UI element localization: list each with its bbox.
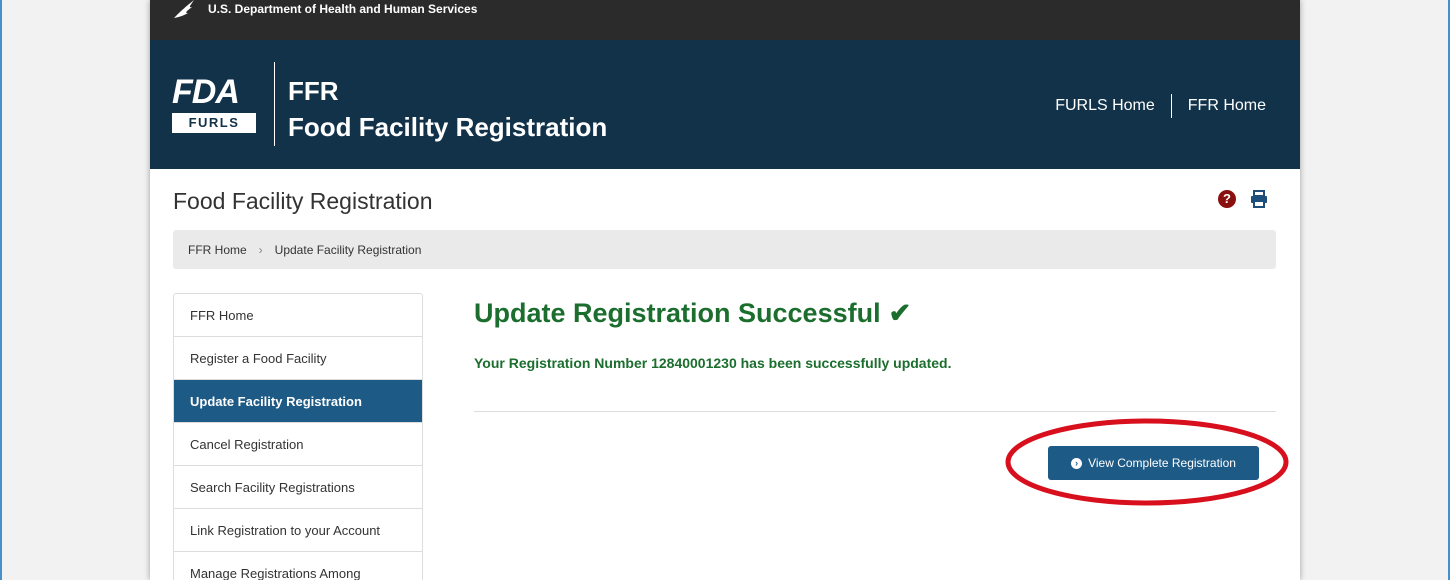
question-circle-icon[interactable]: ?: [1218, 190, 1236, 208]
breadcrumb-current: Update Facility Registration: [274, 242, 422, 257]
sidebar-nav: FFR Home Register a Food Facility Update…: [173, 293, 423, 580]
header-links: FURLS Home FFR Home: [1055, 94, 1266, 118]
breadcrumb: FFR Home › Update Facility Registration: [173, 230, 1276, 269]
success-heading: Update Registration Successful ✔: [474, 298, 1276, 329]
sidebar-item-search-registrations[interactable]: Search Facility Registrations: [174, 466, 422, 509]
sidebar-item-update-registration[interactable]: Update Facility Registration: [174, 380, 422, 423]
main-content: Update Registration Successful ✔ Your Reg…: [474, 293, 1276, 412]
fda-logo-text: FDA: [172, 73, 240, 111]
app-abbreviation: FFR: [288, 76, 339, 106]
sidebar-item-register-facility[interactable]: Register a Food Facility: [174, 337, 422, 380]
hhs-eagle-icon: [174, 0, 194, 18]
printer-icon[interactable]: [1250, 190, 1268, 208]
ffr-home-link[interactable]: FFR Home: [1188, 97, 1266, 115]
sidebar-item-cancel-registration[interactable]: Cancel Registration: [174, 423, 422, 466]
chevron-circle-right-icon: ›: [1071, 457, 1083, 469]
divider: [474, 411, 1276, 412]
sidebar-item-manage-registrations[interactable]: Manage Registrations Among: [174, 552, 422, 580]
check-icon: ✔: [888, 298, 912, 328]
hhs-agency-text: U.S. Department of Health and Human Serv…: [208, 2, 478, 16]
header-divider: [274, 62, 275, 146]
hhs-bar: U.S. Department of Health and Human Serv…: [150, 0, 1300, 40]
site-header: FDA FURLS FFR Food Facility Registration…: [150, 40, 1300, 169]
furls-logo-text: FURLS: [172, 113, 256, 133]
chevron-right-icon: ›: [258, 242, 263, 257]
success-title-text: Update Registration Successful: [474, 298, 881, 328]
breadcrumb-ffr-home[interactable]: FFR Home: [188, 243, 247, 257]
link-separator: [1170, 94, 1172, 118]
title-icons: ?: [1218, 190, 1268, 208]
success-message: Your Registration Number 12840001230 has…: [474, 355, 952, 371]
page-title: Food Facility Registration: [173, 188, 433, 214]
sidebar-item-ffr-home[interactable]: FFR Home: [174, 294, 422, 337]
app-name: Food Facility Registration: [288, 112, 608, 142]
furls-home-link[interactable]: FURLS Home: [1055, 97, 1155, 115]
sidebar-item-link-registration[interactable]: Link Registration to your Account: [174, 509, 422, 552]
view-complete-registration-button[interactable]: › View Complete Registration: [1048, 446, 1259, 480]
view-button-label: View Complete Registration: [1088, 456, 1236, 470]
fda-furls-logo[interactable]: FDA FURLS: [172, 75, 260, 137]
